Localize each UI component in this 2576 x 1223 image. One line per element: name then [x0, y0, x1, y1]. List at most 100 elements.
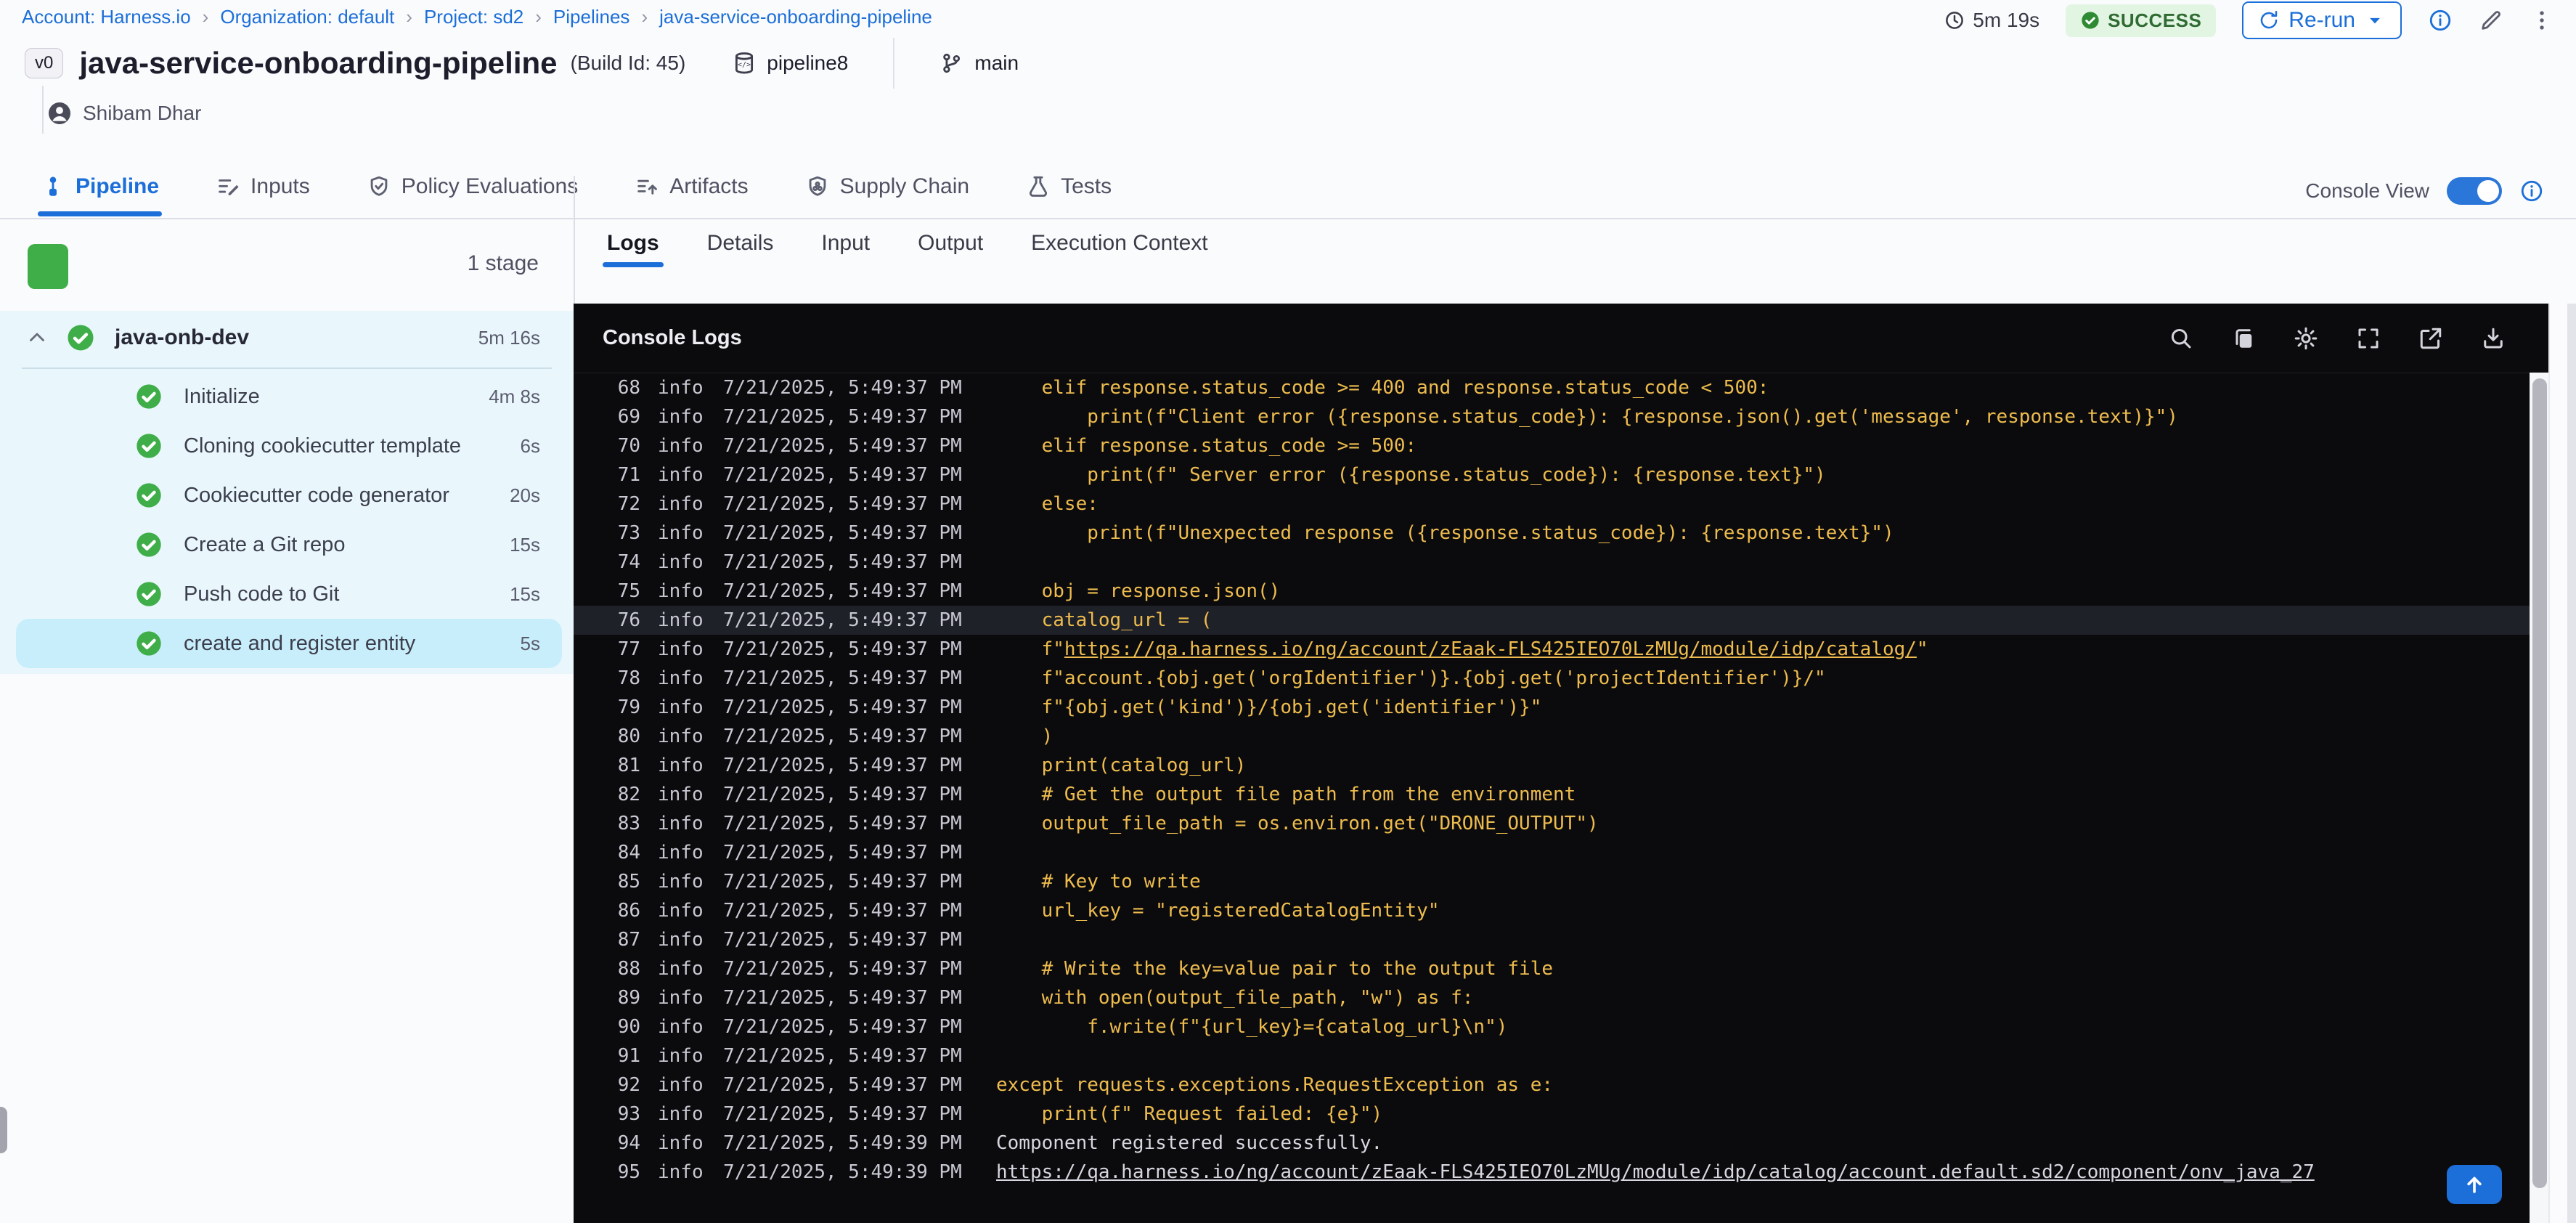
check-circle-icon [2082, 12, 2099, 29]
shield-check-icon [370, 176, 388, 196]
search-logs-button[interactable] [2168, 325, 2194, 352]
log-text: ) [1041, 726, 1053, 747]
log-timestamp: 7/21/2025, 5:49:37 PM [723, 871, 962, 893]
status-label: SUCCESS [2108, 9, 2202, 31]
log-line: 88 info 7/21/2025, 5:49:37 PM # Write th… [574, 954, 2530, 983]
tab-label: Inputs [250, 174, 310, 198]
branch-chip[interactable]: main [939, 51, 1019, 76]
log-timestamp: 7/21/2025, 5:49:37 PM [723, 493, 962, 515]
scroll-to-top-button[interactable] [2447, 1165, 2502, 1204]
log-level: info [658, 493, 704, 515]
log-line: 73 info 7/21/2025, 5:49:37 PM print(f"Un… [574, 519, 2530, 548]
breadcrumb-account[interactable]: Account: Harness.io [22, 6, 191, 28]
log-level: info [658, 1132, 704, 1154]
tab-policy-evaluations[interactable]: Policy Evaluations [367, 174, 578, 215]
console-scrollbar[interactable] [2530, 373, 2550, 1223]
step-success-icon [134, 530, 163, 559]
status-badge: SUCCESS [2066, 4, 2217, 37]
log-level: info [658, 667, 704, 689]
more-options-button[interactable] [2530, 8, 2554, 33]
console-scrollbar-thumb[interactable] [2532, 378, 2547, 1188]
breadcrumb-organization[interactable]: Organization: default [220, 6, 394, 28]
console-view-toggle[interactable] [2447, 177, 2502, 205]
page-title: java-service-onboarding-pipeline [79, 46, 558, 80]
breadcrumb-current-pipeline[interactable]: java-service-onboarding-pipeline [659, 6, 932, 28]
sidebar-step[interactable]: Push code to Git 15s [16, 569, 562, 619]
tab-label: Supply Chain [839, 174, 970, 198]
rerun-label: Re-run [2288, 8, 2355, 32]
log-timestamp: 7/21/2025, 5:49:37 PM [723, 464, 962, 486]
run-info-button[interactable] [2428, 8, 2453, 33]
open-in-new-button[interactable] [2418, 325, 2444, 352]
log-link[interactable]: https://qa.harness.io/ng/account/zEaak-F… [996, 1161, 2315, 1183]
log-timestamp: 7/21/2025, 5:49:37 PM [723, 1016, 962, 1038]
breadcrumb-separator: › [535, 6, 542, 28]
log-line-number: 79 [617, 696, 640, 718]
log-line-number: 76 [617, 609, 640, 631]
download-logs-button[interactable] [2480, 325, 2506, 352]
divider [42, 86, 44, 134]
log-level: info [658, 551, 704, 573]
log-text: f"https://qa.harness.io/ng/account/zEaak… [1041, 638, 1928, 660]
log-line-number: 77 [617, 638, 640, 660]
repo-chip[interactable]: </> pipeline8 [732, 51, 848, 76]
step-duration: 15s [510, 533, 540, 556]
sidebar-step[interactable]: Cloning cookiecutter template 6s [16, 421, 562, 471]
rerun-button[interactable]: Re-run [2242, 1, 2402, 39]
log-settings-button[interactable] [2293, 325, 2319, 352]
tab-details[interactable]: Details [707, 231, 774, 273]
page-scrollbar[interactable] [2548, 304, 2576, 1223]
tab-input[interactable]: Input [821, 231, 870, 273]
tab-execution-context[interactable]: Execution Context [1031, 231, 1207, 273]
tab-supply-chain[interactable]: Supply Chain [805, 174, 969, 215]
log-line-number: 68 [617, 377, 640, 399]
log-timestamp: 7/21/2025, 5:49:37 PM [723, 667, 962, 689]
step-success-icon [134, 580, 163, 609]
console-view-info-button[interactable] [2519, 179, 2544, 203]
log-level: info [658, 580, 704, 602]
fullscreen-icon [2358, 328, 2379, 348]
log-timestamp: 7/21/2025, 5:49:37 PM [723, 726, 962, 747]
breadcrumb-pipelines[interactable]: Pipelines [553, 6, 630, 28]
log-line-number: 84 [617, 842, 640, 864]
tab-artifacts[interactable]: Artifacts [635, 174, 749, 215]
sidebar-step[interactable]: Cookiecutter code generator 20s [16, 471, 562, 520]
edit-pipeline-button[interactable] [2479, 8, 2503, 33]
tab-inputs[interactable]: Inputs [216, 174, 310, 215]
fullscreen-button[interactable] [2355, 325, 2381, 352]
sidebar-scrollbar-thumb[interactable] [0, 1107, 7, 1153]
log-level: info [658, 406, 704, 428]
log-link[interactable]: https://qa.harness.io/ng/account/zEaak-F… [1064, 638, 1917, 660]
sidebar-step[interactable]: Create a Git repo 15s [16, 520, 562, 569]
pipeline-icon [49, 176, 57, 196]
log-line-number: 70 [617, 435, 640, 457]
tab-output[interactable]: Output [918, 231, 983, 273]
log-line: 68 info 7/21/2025, 5:49:37 PM elif respo… [574, 373, 2530, 402]
user-name: Shibam Dhar [83, 102, 202, 124]
sidebar-step[interactable]: create and register entity 5s [16, 619, 562, 668]
sidebar-step[interactable]: Initialize 4m 8s [16, 372, 562, 421]
copy-icon [2235, 328, 2252, 348]
copy-logs-button[interactable] [2230, 325, 2257, 352]
console-toolbar [2168, 325, 2506, 352]
tab-tests[interactable]: Tests [1026, 174, 1112, 215]
log-text: elif response.status_code >= 400 and res… [1041, 377, 1769, 399]
log-line-number: 82 [617, 784, 640, 805]
log-line-number: 91 [617, 1045, 640, 1067]
stage-status-square[interactable] [28, 244, 68, 289]
tab-pipeline[interactable]: Pipeline [37, 174, 163, 216]
console-logs-panel: Console Logs 68 info 7/21/2025, 5:49:37 … [574, 304, 2550, 1223]
stage-duration: 5m 16s [478, 326, 540, 349]
breadcrumb: Account: Harness.io › Organization: defa… [22, 6, 932, 28]
log-timestamp: 7/21/2025, 5:49:39 PM [723, 1132, 962, 1154]
search-icon [2171, 328, 2191, 348]
log-level: info [658, 609, 704, 631]
log-level: info [658, 377, 704, 399]
breadcrumb-project[interactable]: Project: sd2 [424, 6, 523, 28]
flask-icon [1030, 176, 1048, 197]
tab-logs[interactable]: Logs [603, 231, 664, 273]
stage-row[interactable]: java-onb-dev 5m 16s [0, 311, 574, 365]
log-text: print(catalog_url) [1041, 755, 1247, 776]
step-name: Initialize [184, 384, 260, 408]
chevron-up-icon[interactable] [25, 325, 49, 350]
